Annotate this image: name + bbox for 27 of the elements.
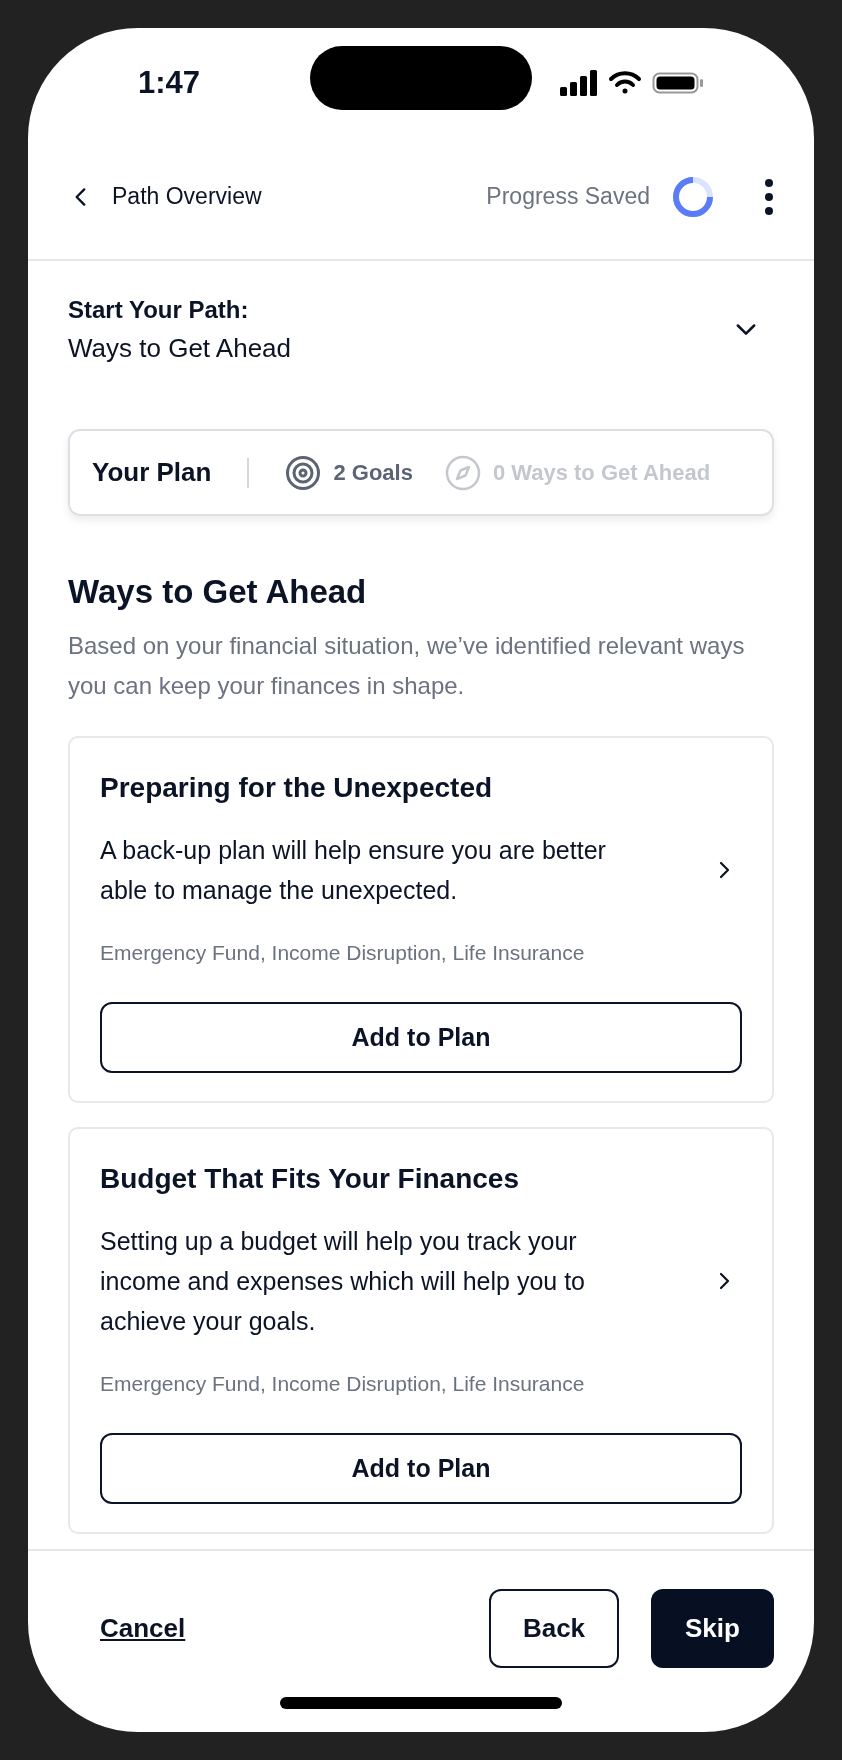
card-tags: Emergency Fund, Income Disruption, Life Insurance bbox=[100, 938, 742, 968]
signal-icon bbox=[560, 70, 598, 96]
plan-count: 0 Ways to Get Ahead bbox=[492, 459, 711, 487]
card-title: Budget That Fits Your Finances bbox=[100, 1162, 520, 1196]
status-time: 1:47 bbox=[138, 63, 201, 102]
back-link[interactable]: Path Overview bbox=[68, 179, 262, 214]
plan-count: 2 Goals bbox=[333, 459, 413, 487]
card-body: Setting up a budget will help you track your income and expenses which will help you to achieve your goals. bbox=[100, 1226, 586, 1337]
section-heading: Ways to Get Ahead bbox=[68, 572, 368, 612]
cancel-link[interactable]: Cancel bbox=[100, 1609, 186, 1648]
wifi-icon bbox=[608, 70, 642, 96]
add-to-plan-button[interactable]: Add to Plan bbox=[100, 1433, 742, 1504]
skip-button[interactable]: Skip bbox=[651, 1589, 774, 1668]
card-body: A back-up plan will help ensure you are better able to manage the unexpected. bbox=[100, 835, 607, 906]
path-section-toggle[interactable]: Start Your Path: Ways to Get Ahead bbox=[68, 261, 774, 367]
back-button[interactable]: Back bbox=[489, 1589, 619, 1668]
plan-label: Your Plan bbox=[92, 456, 212, 489]
section-description: Based on your financial situation, we’ve identified relevant ways you can keep your finances in shape. bbox=[68, 631, 746, 701]
more-options-icon[interactable] bbox=[764, 177, 774, 216]
add-to-plan-button[interactable]: Add to Plan bbox=[100, 1002, 742, 1073]
battery-icon bbox=[652, 70, 704, 96]
card-tags: Emergency Fund, Income Disruption, Life Insurance bbox=[100, 1369, 742, 1399]
save-status: Progress Saved bbox=[486, 182, 650, 212]
compass-icon bbox=[444, 454, 481, 491]
card-title: Preparing for the Unexpected bbox=[100, 771, 494, 805]
target-icon bbox=[285, 454, 322, 491]
progress-ring-icon bbox=[672, 175, 714, 218]
